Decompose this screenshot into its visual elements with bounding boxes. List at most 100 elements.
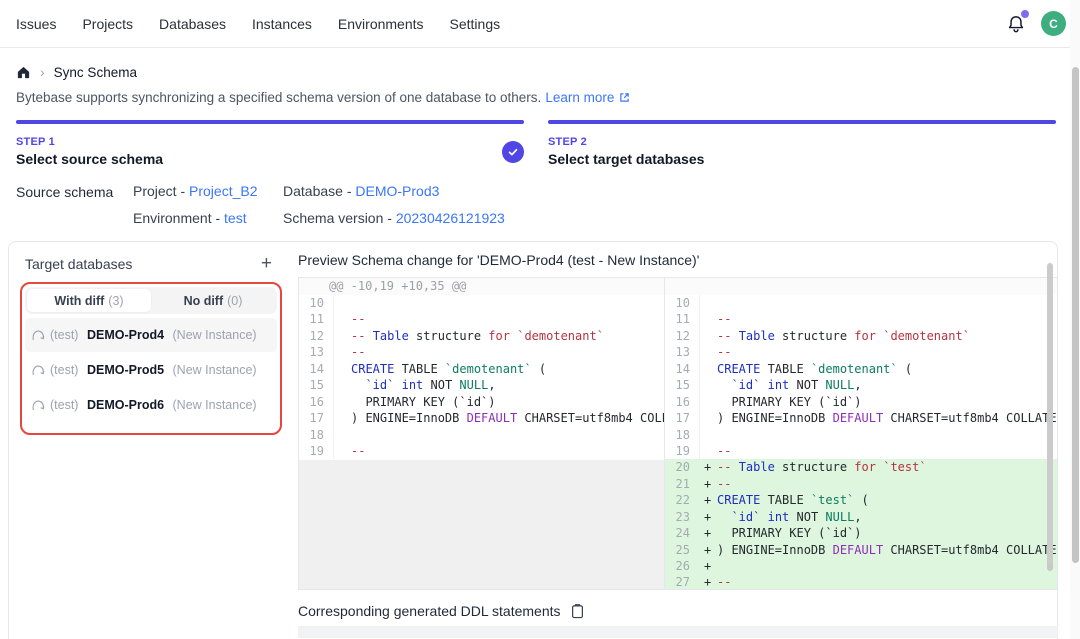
source-schema-label: Source schema: [16, 183, 133, 228]
breadcrumb: › Sync Schema: [16, 64, 1064, 80]
token: PRIMARY KEY (`id`): [717, 526, 862, 540]
line-content: +) ENGINE=InnoDB DEFAULT CHARSET=utf8mb4…: [699, 542, 1057, 558]
ddl-editor-strip: [298, 626, 1058, 638]
diff-line: 10: [299, 295, 664, 311]
line-number: 12: [299, 328, 333, 344]
step-1-label: STEP 1: [16, 136, 524, 148]
line-number: 16: [299, 394, 333, 410]
avatar[interactable]: C: [1041, 11, 1066, 36]
token: Table: [373, 329, 409, 343]
schema-version-value-link[interactable]: 20230426121923: [396, 210, 505, 226]
token: NOT: [789, 510, 825, 524]
copy-ddl-button[interactable]: [570, 603, 585, 619]
db-suffix: (New Instance): [169, 328, 257, 342]
db-suffix: (New Instance): [169, 398, 257, 412]
main-card: Target databases + With diff(3)No diff(0…: [8, 241, 1058, 639]
nav-item-settings[interactable]: Settings: [450, 16, 501, 32]
token: `id`: [365, 378, 394, 392]
diff-line: 23+ `id` int NOT NULL,: [665, 509, 1057, 525]
environment-value-link[interactable]: test: [224, 210, 247, 226]
tab-no-diff[interactable]: No diff(0): [151, 289, 275, 312]
mysql-icon: [31, 363, 45, 377]
token: [731, 460, 738, 474]
token: --: [351, 329, 365, 343]
line-number: 20: [665, 459, 699, 475]
intro-text: Bytebase supports synchronizing a specif…: [16, 90, 541, 105]
token: (: [898, 362, 912, 376]
line-number: 27: [665, 574, 699, 589]
diff-line: 14CREATE TABLE `demotenant` (: [299, 361, 664, 377]
step-2-title: Select target databases: [548, 151, 1056, 167]
learn-more-link[interactable]: Learn more: [545, 90, 614, 105]
add-target-database-button[interactable]: +: [255, 254, 278, 273]
line-number: 24: [665, 525, 699, 541]
panel-scrollbar-thumb[interactable]: [1047, 263, 1053, 565]
nav-item-environments[interactable]: Environments: [338, 16, 424, 32]
diff-line: 21+--: [665, 476, 1057, 492]
tab-count: (3): [108, 294, 123, 308]
token: `test`: [883, 460, 926, 474]
nav-item-instances[interactable]: Instances: [252, 16, 312, 32]
line-content: +--: [699, 574, 1057, 589]
nav-item-databases[interactable]: Databases: [159, 16, 226, 32]
token: Table: [739, 460, 775, 474]
target-databases-highlight-box: With diff(3)No diff(0) (test) DEMO-Prod4…: [20, 282, 282, 435]
field-label: Schema version -: [283, 210, 396, 226]
target-db-item-demo-prod5[interactable]: (test) DEMO-Prod5 (New Instance): [25, 353, 277, 387]
line-number: 26: [665, 558, 699, 574]
db-name: DEMO-Prod5: [87, 363, 164, 377]
project-value-link[interactable]: Project_B2: [189, 183, 257, 199]
diff-right-pane[interactable]: 1011--12-- Table structure for `demotena…: [665, 278, 1057, 589]
nav-item-issues[interactable]: Issues: [16, 16, 56, 32]
external-link-icon[interactable]: [618, 91, 631, 104]
token: DEFAULT: [467, 411, 518, 425]
token: for: [854, 460, 876, 474]
token: structure: [775, 460, 854, 474]
step-1-completed-check: [502, 141, 524, 163]
diff-line: 17) ENGINE=InnoDB DEFAULT CHARSET=utf8mb…: [299, 410, 664, 426]
added-marker: +: [704, 492, 711, 508]
diff-left-pane[interactable]: @@ -10,19 +10,35 @@ 1011--12-- Table str…: [299, 278, 665, 589]
target-db-item-demo-prod4[interactable]: (test) DEMO-Prod4 (New Instance): [25, 318, 277, 352]
line-content: [333, 295, 664, 311]
page-scrollbar-thumb[interactable]: [1072, 67, 1079, 563]
nav-item-projects[interactable]: Projects: [82, 16, 133, 32]
line-content: PRIMARY KEY (`id`): [333, 394, 664, 410]
diff-line: 10: [665, 295, 1057, 311]
mysql-icon: [31, 398, 45, 412]
diff-line: 22+CREATE TABLE `test` (: [665, 492, 1057, 508]
target-db-item-demo-prod6[interactable]: (test) DEMO-Prod6 (New Instance): [25, 388, 277, 422]
breadcrumb-chevron: ›: [40, 64, 45, 80]
token: [717, 378, 731, 392]
token: --: [717, 312, 731, 326]
tab-count: (0): [227, 294, 242, 308]
diff-line: 14CREATE TABLE `demotenant` (: [665, 361, 1057, 377]
line-content: ) ENGINE=InnoDB DEFAULT CHARSET=utf8mb4 …: [333, 410, 664, 426]
token: (: [854, 493, 868, 507]
preview-title: Preview Schema change for 'DEMO-Prod4 (t…: [298, 252, 1058, 268]
notification-bell-button[interactable]: [1005, 13, 1027, 35]
token: int: [402, 378, 424, 392]
diff-line: 25+) ENGINE=InnoDB DEFAULT CHARSET=utf8m…: [665, 542, 1057, 558]
nav-items: Issues Projects Databases Instances Environm…: [16, 16, 500, 32]
line-number: 17: [299, 410, 333, 426]
db-env: (test): [50, 398, 82, 412]
line-content: PRIMARY KEY (`id`): [699, 394, 1057, 410]
notification-dot: [1021, 10, 1029, 18]
home-icon[interactable]: [16, 65, 31, 80]
diff-line: 13--: [665, 344, 1057, 360]
tab-with-diff[interactable]: With diff(3): [27, 289, 151, 312]
diff-line: 12-- Table structure for `demotenant`: [665, 328, 1057, 344]
diff-line: 12-- Table structure for `demotenant`: [299, 328, 664, 344]
line-content: ) ENGINE=InnoDB DEFAULT CHARSET=utf8mb4 …: [699, 410, 1057, 426]
step-2-progress-bar: [548, 120, 1056, 124]
line-content: -- Table structure for `demotenant`: [333, 328, 664, 344]
token: --: [351, 345, 365, 359]
line-content: -- Table structure for `demotenant`: [699, 328, 1057, 344]
token: ) ENGINE=InnoDB: [717, 411, 833, 425]
database-value-link[interactable]: DEMO-Prod3: [355, 183, 439, 199]
token: ) ENGINE=InnoDB: [351, 411, 467, 425]
diff-line: 27+--: [665, 574, 1057, 589]
line-number: 16: [665, 394, 699, 410]
target-databases-panel: Target databases + With diff(3)No diff(0…: [9, 242, 282, 639]
